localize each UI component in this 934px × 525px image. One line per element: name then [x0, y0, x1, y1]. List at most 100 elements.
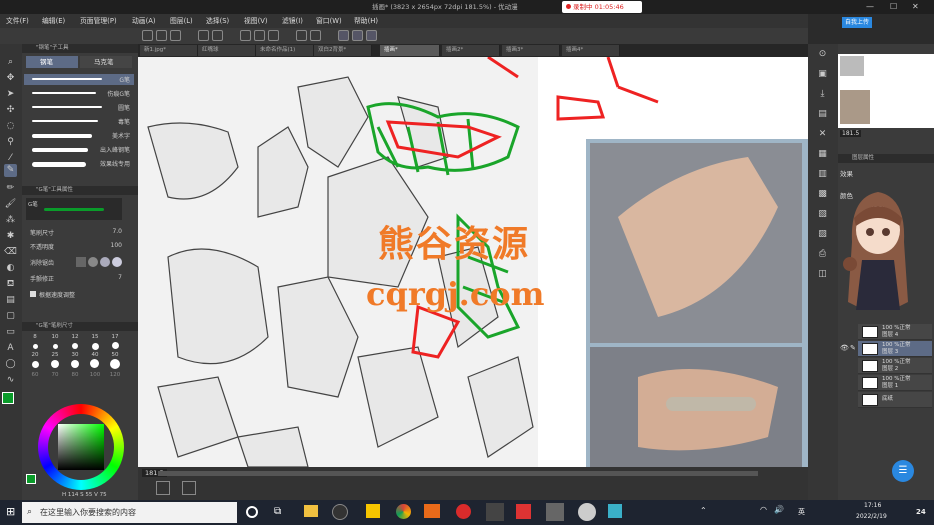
clear-icon[interactable]: [240, 30, 251, 41]
material-panel-icon[interactable]: ▣: [816, 68, 829, 81]
cortana-icon[interactable]: [246, 506, 258, 518]
horizontal-scrollbar[interactable]: [158, 471, 758, 476]
input-language[interactable]: 英: [798, 507, 805, 517]
close-panel-icon[interactable]: ✕: [816, 128, 829, 141]
taskbar-search-input[interactable]: ⌕ 在这里输入你要搜索的内容: [22, 502, 237, 523]
close-icon[interactable]: ✕: [912, 0, 919, 14]
upload-button[interactable]: 自我上传: [842, 17, 872, 28]
print-panel-icon[interactable]: ⎙: [816, 248, 829, 261]
open-file-icon[interactable]: [156, 30, 167, 41]
snap-icon[interactable]: [338, 30, 349, 41]
recording-badge[interactable]: 录制中 01:05:46: [562, 1, 642, 13]
chat-bubble-button[interactable]: ☰: [892, 460, 914, 482]
color-square[interactable]: [58, 424, 104, 470]
eraser-icon[interactable]: ⌫: [4, 246, 17, 259]
layer-row-2[interactable]: 100 %正常 图层 2: [858, 358, 932, 374]
app-box-icon[interactable]: [608, 504, 622, 518]
color-wheel[interactable]: [38, 404, 124, 490]
tab-doc-5-active[interactable]: 插画*: [380, 45, 440, 56]
eye-icon[interactable]: 👁: [840, 344, 849, 352]
volume-icon[interactable]: 🔊: [774, 505, 784, 514]
decoration-icon[interactable]: ✱: [4, 230, 17, 243]
size-100[interactable]: 100: [86, 372, 104, 378]
windows-start-icon[interactable]: ⊞: [6, 506, 18, 518]
menu-view[interactable]: 视图(V): [244, 14, 268, 28]
brush-scar-g-pen[interactable]: 伤痕G笔: [24, 88, 134, 99]
recorder-icon[interactable]: [578, 503, 596, 521]
size-12[interactable]: 12: [66, 334, 84, 340]
size-70[interactable]: 70: [46, 372, 64, 378]
menu-filter[interactable]: 滤镜(I): [282, 14, 303, 28]
antialias-weak-icon[interactable]: [88, 257, 98, 267]
size-60[interactable]: 60: [26, 372, 44, 378]
invert-selection-icon[interactable]: [310, 30, 321, 41]
fit-icon[interactable]: [182, 481, 196, 495]
tab-pen[interactable]: 钢笔: [26, 56, 78, 68]
tab-doc-8[interactable]: 插画4*: [562, 45, 620, 56]
operation-icon[interactable]: ➤: [4, 88, 17, 101]
text-icon[interactable]: A: [4, 342, 17, 355]
color-panel-icon[interactable]: ▧: [816, 208, 829, 221]
brush-taper-pen[interactable]: 出入峰钢笔: [24, 144, 134, 155]
size-17[interactable]: 17: [106, 334, 124, 340]
checkbox-icon[interactable]: [30, 291, 36, 297]
prop-brush-size[interactable]: 笔刷尺寸 7.0: [30, 228, 134, 238]
brush-round-pen[interactable]: 圆笔: [24, 102, 134, 113]
paint-app-icon[interactable]: [486, 503, 504, 521]
deselect-icon[interactable]: [296, 30, 307, 41]
tab-doc-7[interactable]: 插画3*: [502, 45, 560, 56]
fill-icon[interactable]: [268, 30, 279, 41]
redo-icon[interactable]: [212, 30, 223, 41]
prop-speed-adjust[interactable]: 根据速度调整: [30, 290, 134, 300]
size-50[interactable]: 50: [106, 352, 124, 358]
image-panel-icon[interactable]: ▨: [816, 228, 829, 241]
drawing-canvas[interactable]: 熊谷资源 cqrgj.com: [138, 57, 808, 467]
layer-row-3[interactable]: 100 %正常 图层 3: [858, 341, 932, 357]
wps-icon[interactable]: [516, 504, 531, 519]
layer-panel-icon[interactable]: ▤: [816, 108, 829, 121]
size-8[interactable]: 8: [26, 334, 44, 340]
camera-panel-icon[interactable]: ◫: [816, 268, 829, 281]
maximize-icon[interactable]: ☐: [890, 0, 897, 14]
settings-panel-icon[interactable]: ▥: [816, 168, 829, 181]
layer-row-4[interactable]: 100 %正常 图层 4: [858, 324, 932, 340]
figure-icon[interactable]: ▢: [4, 310, 17, 323]
ruler-icon[interactable]: [352, 30, 363, 41]
clock-time[interactable]: 17:16: [864, 502, 881, 509]
size-30[interactable]: 30: [66, 352, 84, 358]
transform-icon[interactable]: [254, 30, 265, 41]
layer-move-icon[interactable]: ✣: [4, 104, 17, 117]
menu-help[interactable]: 帮助(H): [354, 14, 378, 28]
menu-layer[interactable]: 图层(L): [170, 14, 193, 28]
act-app-icon[interactable]: [424, 504, 440, 518]
wifi-icon[interactable]: ◠: [760, 505, 767, 514]
size-25[interactable]: 25: [46, 352, 64, 358]
frame-icon[interactable]: ▭: [4, 326, 17, 339]
pen-tool-icon[interactable]: ✎: [4, 164, 17, 177]
undo-icon[interactable]: [198, 30, 209, 41]
navigator-icon[interactable]: [156, 481, 170, 495]
tab-marker[interactable]: 马克笔: [80, 56, 132, 68]
menu-window[interactable]: 窗口(W): [316, 14, 342, 28]
move-icon[interactable]: ✥: [4, 72, 17, 85]
tab-doc-1[interactable]: 新1.jpg*: [140, 45, 198, 56]
lasso-icon[interactable]: ◌: [4, 120, 17, 133]
menu-animation[interactable]: 动画(A): [132, 14, 156, 28]
fill-bucket-icon[interactable]: ⛾: [4, 278, 17, 291]
antialias-none-icon[interactable]: [76, 257, 86, 267]
layer-row-paper[interactable]: 底纸: [858, 392, 932, 408]
brush-calligraphy[interactable]: 美术字: [24, 130, 134, 141]
menu-page[interactable]: 页面管理(P): [80, 14, 117, 28]
pen-lock-icon[interactable]: ✎: [850, 344, 856, 352]
download-icon[interactable]: ⤓: [816, 88, 829, 101]
minimize-icon[interactable]: —: [866, 0, 874, 14]
antialias-mid-icon[interactable]: [100, 257, 110, 267]
tray-chevron-icon[interactable]: ⌃: [700, 506, 707, 515]
antialias-strong-icon[interactable]: [112, 257, 122, 267]
prop-opacity[interactable]: 不透明度 100: [30, 242, 134, 252]
dell-app-icon[interactable]: [332, 504, 348, 520]
balloon-icon[interactable]: ◯: [4, 358, 17, 371]
blend-icon[interactable]: ◐: [4, 262, 17, 275]
prop-stabilization[interactable]: 手颤修正 7: [30, 274, 134, 284]
history-icon[interactable]: ▦: [816, 148, 829, 161]
